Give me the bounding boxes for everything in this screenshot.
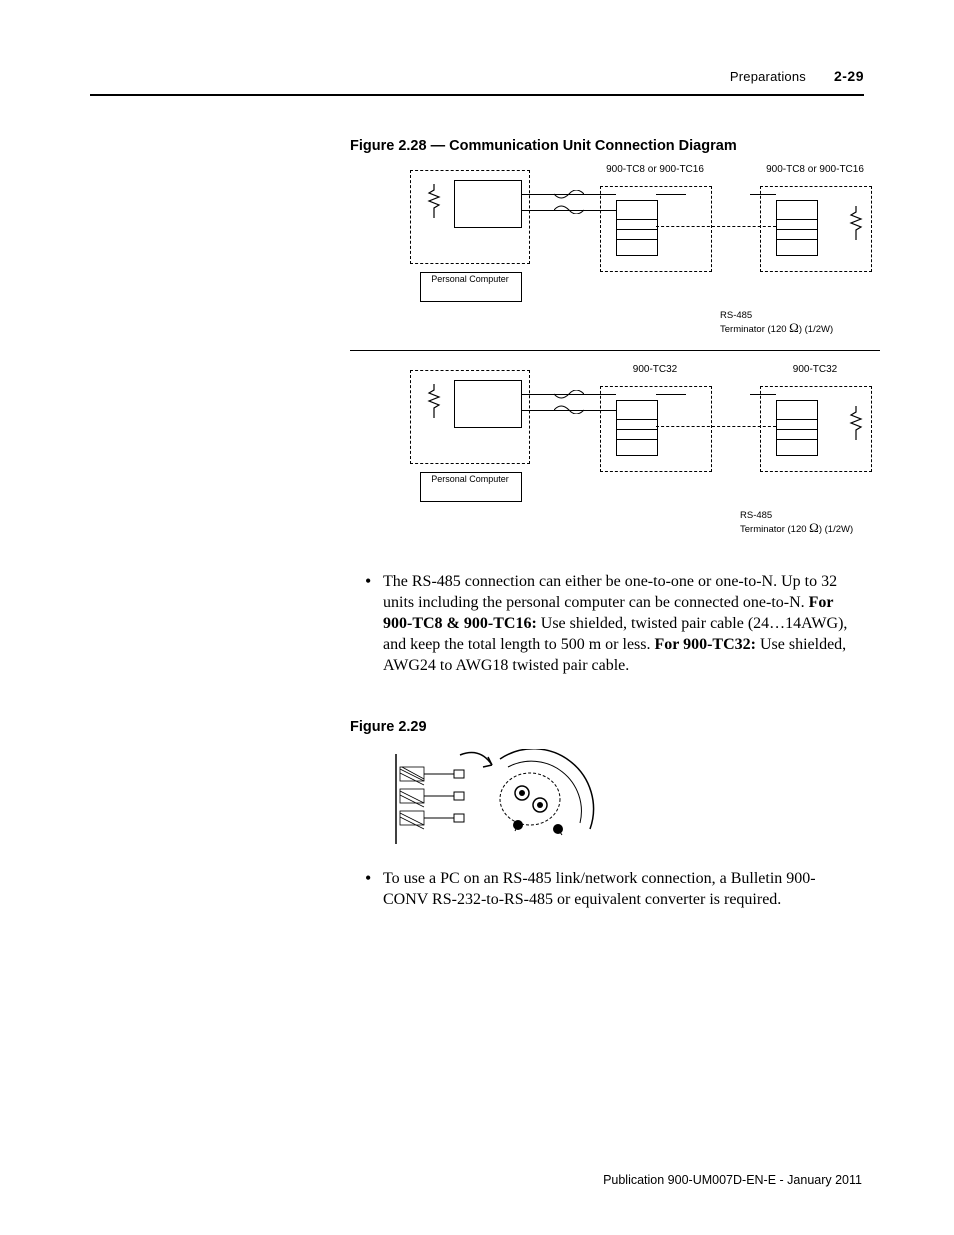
page-number: 2-29: [834, 68, 864, 84]
figure-2-29-caption: Figure 2.29: [350, 719, 427, 735]
diagram-divider: [350, 350, 880, 351]
host-label: Personal Computer: [410, 474, 530, 485]
tc-terminal-box: [616, 200, 658, 256]
tc-terminal-box: [616, 400, 658, 456]
tc-unit-mid: 900-TC32: [600, 364, 710, 490]
figure-2-29-diagram: [390, 749, 620, 849]
section-name: Preparations: [730, 69, 806, 84]
terminator-icon: [846, 206, 866, 240]
publication-footer: Publication 900-UM007D-EN-E - January 20…: [603, 1173, 862, 1187]
page: Preparations 2-29 Figure 2.28 — Communic…: [0, 0, 954, 1235]
header-rule: [90, 94, 864, 96]
bus-wire: [750, 394, 776, 395]
body-paragraph-2: To use a PC on an RS-485 link/network co…: [365, 868, 858, 910]
tc-unit-end: 900-TC8 or 900-TC16: [760, 164, 870, 290]
terminator-icon: [846, 406, 866, 440]
twisted-pair-cable-icon: [390, 749, 620, 849]
bullet-icon: [365, 571, 383, 676]
tc-terminal-box: [776, 400, 818, 456]
figure-2-28-caption: Figure 2.28 — Communication Unit Connect…: [350, 138, 737, 154]
tc-model-label: 900-TC32: [600, 364, 710, 375]
tc-model-label: 900-TC8 or 900-TC16: [600, 164, 710, 175]
rs485-note-line1: RS-485: [720, 310, 920, 322]
tc-unit-mid: 900-TC8 or 900-TC16: [600, 164, 710, 290]
host-port-box: [454, 180, 522, 228]
body-paragraph-1-text: The RS-485 connection can either be one-…: [383, 571, 858, 676]
rs485-note: RS-485 Terminator (120 Ω) (1/2W): [740, 510, 940, 536]
bus-wire: [750, 194, 776, 195]
body1-bold2: For 900-TC32:: [655, 636, 756, 653]
host-label: Personal Computer: [410, 274, 530, 285]
twisted-pair-icon: [554, 390, 584, 414]
body-paragraph-1: The RS-485 connection can either be one-…: [365, 571, 858, 676]
twisted-pair-icon: [554, 190, 584, 214]
bus-wire: [656, 194, 686, 195]
diagram-row-tc32: Personal Computer 900-TC32 900-TC32: [410, 370, 880, 515]
tc-terminal-box: [776, 200, 818, 256]
terminator-icon: [424, 184, 444, 218]
rs485-note-line2: Terminator (120 Ω) (1/2W): [720, 322, 920, 336]
body-paragraph-2-text: To use a PC on an RS-485 link/network co…: [383, 868, 858, 910]
host-computer-block: Personal Computer: [410, 370, 528, 490]
page-header: Preparations 2-29: [90, 68, 864, 84]
figure-2-28-diagram: Personal Computer 900-TC8 or 900-TC16 90…: [350, 170, 880, 540]
rs485-note-line1: RS-485: [740, 510, 940, 522]
tc-model-label: 900-TC8 or 900-TC16: [760, 164, 870, 175]
diagram-row-tc8-tc16: Personal Computer 900-TC8 or 900-TC16 90…: [410, 170, 880, 315]
host-computer-block: Personal Computer: [410, 170, 528, 290]
terminator-icon: [424, 384, 444, 418]
tc-unit-end: 900-TC32: [760, 364, 870, 490]
bus-continuation: [656, 226, 776, 227]
rs485-note: RS-485 Terminator (120 Ω) (1/2W): [720, 310, 920, 336]
bullet-icon: [365, 868, 383, 910]
bus-wire: [656, 394, 686, 395]
host-port-box: [454, 380, 522, 428]
bus-continuation: [656, 426, 776, 427]
tc-model-label: 900-TC32: [760, 364, 870, 375]
rs485-note-line2: Terminator (120 Ω) (1/2W): [740, 522, 940, 536]
body1-lead: The RS-485 connection can either be one-…: [383, 573, 837, 611]
